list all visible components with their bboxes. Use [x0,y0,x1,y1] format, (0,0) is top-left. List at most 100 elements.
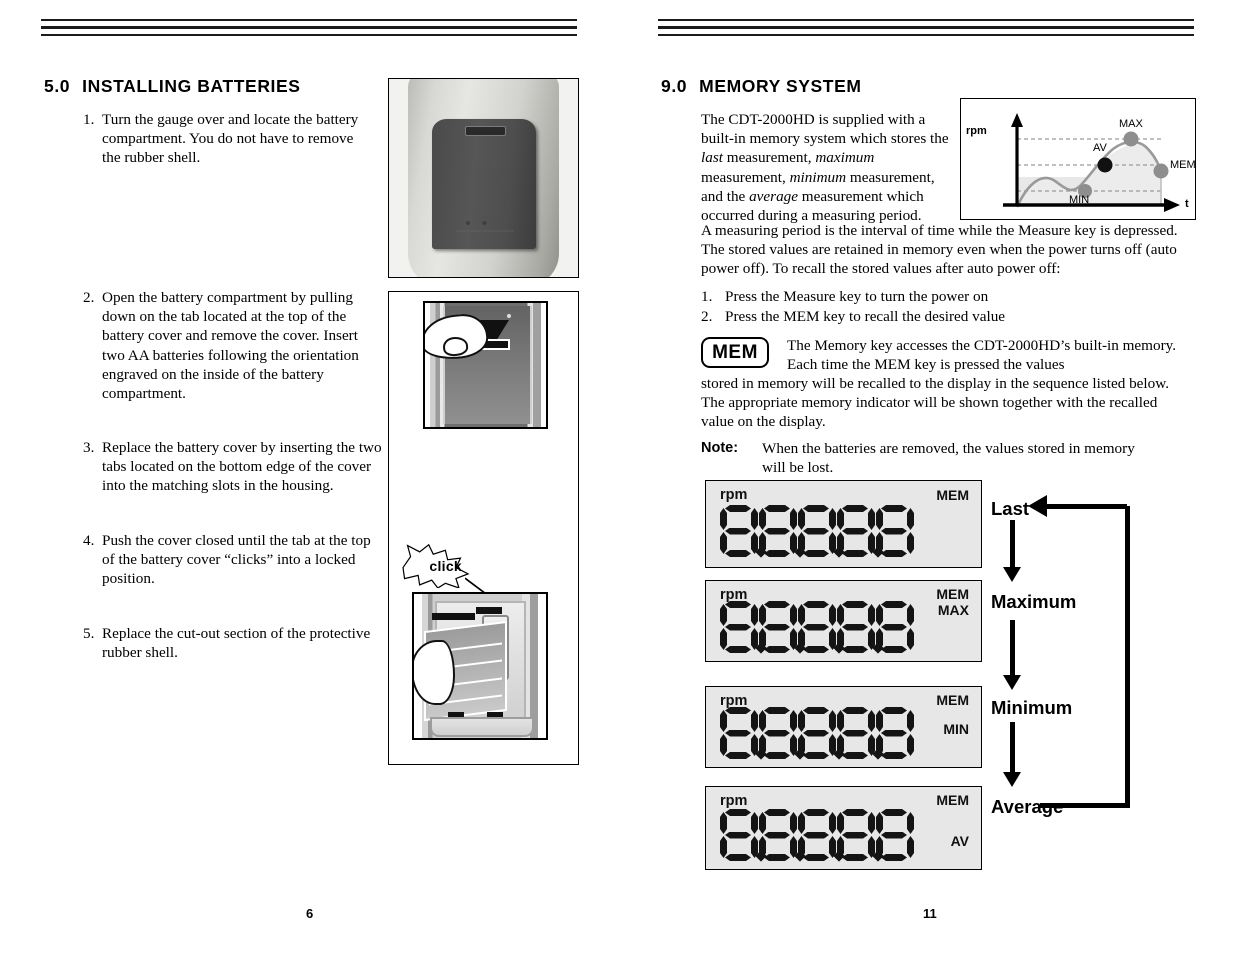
lcd-digit-group [720,601,915,654]
right-section-title: MEMORY SYSTEM [699,76,862,96]
graph-annotation-max: MAX [1119,118,1143,130]
install-step-1: 1. Turn the gauge over and locate the ba… [83,110,375,182]
graph-xlabel: t [1185,198,1189,210]
seven-segment-digit [798,601,845,654]
lcd-indicator-mem: MEM [936,692,969,708]
seven-segment-digit [876,505,914,557]
lcd-display-maximum: rpm MEM MAX [705,580,982,662]
seven-segment-digit [837,601,884,654]
recall-step-number: 2. [701,308,713,326]
header-rule-right [658,19,1194,36]
seven-segment-digit [798,505,845,558]
lcd-indicator-mem: MEM [936,487,969,503]
intro-part: measurement, [722,149,816,167]
recall-steps-list: 1. Press the Measure key to turn the pow… [701,287,1181,326]
hand-graphic [413,640,455,705]
step-text: Push the cover closed until the tab at t… [102,532,371,588]
rule-thick [41,25,577,29]
lcd-indicator-av: AV [950,833,969,849]
seven-segment-digit [876,707,914,759]
lcd-digit-group [720,505,915,558]
screw-dot-right [507,313,512,318]
memory-intro-paragraph: The CDT-2000HD is supplied with a built-… [701,110,953,225]
graph-annotation-min: MIN [1069,194,1090,206]
step-text: Replace the cut-out section of the prote… [102,625,371,662]
recall-step-text: Press the Measure key to turn the power … [725,288,989,305]
intro-part-italic: maximum [815,149,875,167]
step-text: Replace the battery cover by inserting t… [102,439,382,495]
y-axis-arrow [1011,113,1023,127]
seven-segment-digit [720,505,767,558]
finger-graphic [442,335,470,358]
seven-segment-digit [798,809,845,862]
lcd-digit-group [720,809,915,862]
figure-memory-graph: rpm t MIN AV MAX MEM [960,98,1196,220]
seven-segment-digit [798,707,845,760]
left-section-title: INSTALLING BATTERIES [82,76,301,96]
marker-av [1097,157,1113,173]
seven-segment-digit [837,809,884,862]
lcd-display-average: rpm MEM AV [705,786,982,870]
illustration-pull-down-tab [389,292,578,434]
lcd-rpm-label: rpm [720,793,748,809]
seven-segment-digit [720,809,767,862]
step-number: 5. [83,625,95,642]
lcd-display-last: rpm MEM [705,480,982,568]
install-step-4: 4. Push the cover closed until the tab a… [83,531,371,603]
right-section-number: 9.0 [661,76,688,96]
seven-segment-digit [720,707,767,760]
step-text: Turn the gauge over and locate the batte… [102,111,359,167]
install-step-3: 3. Replace the battery cover by insertin… [83,438,383,510]
housing-base [429,716,535,737]
left-page-number: 6 [306,906,314,921]
mem-key-button[interactable]: MEM [701,337,769,368]
lcd-rpm-label: rpm [720,487,748,503]
intro-part: measurement, [701,168,790,186]
figure-battery-install-illustrations: click + [388,291,579,765]
right-page-number: 11 [923,906,937,921]
flow-label-minimum: Minimum [991,697,1073,718]
cover-engraving-marks [455,217,514,235]
flow-loop-bottom-stub [1040,803,1076,808]
battery-cover-plate [432,118,537,250]
seven-segment-digit [759,707,806,760]
lcd-indicator-max: MAX [937,602,969,618]
header-rule-left [41,19,577,36]
marker-mem [1153,163,1169,179]
step-number: 2. [83,289,95,306]
flow-arrow-minimum-to-average [1003,722,1021,787]
flow-loop-arrowhead [1028,495,1047,517]
flow-label-last: Last [991,498,1030,519]
left-section-number: 5.0 [44,76,71,96]
rule-thick [658,25,1194,29]
flow-loop-average-to-last [1070,506,1130,808]
battery-cover-tab [464,126,507,136]
rule-thin-bottom [41,34,577,36]
right-section-heading: 9.0 MEMORY SYSTEM [661,76,862,97]
lcd-display-minimum: rpm MEM MIN [705,686,982,768]
left-section-heading: 5.0 INSTALLING BATTERIES [44,76,301,97]
cover-tab-graphic [432,612,475,620]
x-axis-arrow [1164,198,1180,212]
install-step-5: 5. Replace the cut-out section of the pr… [83,624,383,676]
seven-segment-digit [759,505,806,558]
step-number: 1. [83,111,95,128]
seven-segment-digit [759,601,806,654]
intro-part-italic: last [701,149,723,167]
seven-segment-digit [759,809,806,862]
lcd-indicator-mem: MEM [936,792,969,808]
note-text: When the batteries are removed, the valu… [762,440,1135,477]
seven-segment-digit [720,601,767,654]
marker-max [1123,131,1139,147]
slot-top-graphic [475,606,503,615]
step-number: 4. [83,532,95,549]
seven-segment-digit [876,601,914,653]
measuring-period-paragraph: A measuring period is the interval of ti… [701,222,1178,278]
seven-segment-digit [837,707,884,760]
manual-page-spread: 5.0 INSTALLING BATTERIES 1. Turn the gaug… [0,0,1235,954]
mem-paragraph-rest: stored in memory will be recalled to the… [701,375,1170,431]
seven-segment-digit [876,809,914,861]
intro-part: The CDT-2000HD is supplied with a built-… [701,111,949,148]
flow-arrow-last-to-maximum [1003,520,1021,582]
lcd-digit-group [720,707,915,760]
